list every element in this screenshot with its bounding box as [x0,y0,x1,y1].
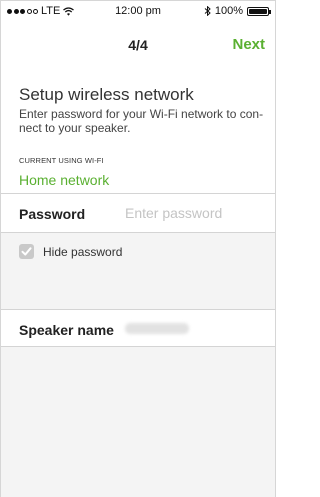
battery-fill [249,8,267,14]
battery-percent: 100% [214,5,243,17]
hide-password-label: Hide password [43,245,123,259]
speaker-name-label: Speaker name [19,322,114,338]
speaker-name-row[interactable]: Speaker name [1,310,275,346]
hide-password-checkbox[interactable] [19,244,34,259]
empty-area [1,347,275,497]
battery-icon [247,6,271,16]
page-title: Setup wireless network [19,85,194,104]
current-wifi-label: CURRENT USING WI-FI [19,156,104,165]
password-input[interactable] [125,202,265,224]
battery-group: 100% [204,5,271,17]
screen: LTE 12:00 pm 100% 4/4 Next Setup wireles… [0,0,276,497]
page-description: Enter password for your Wi-Fi network to… [19,107,264,135]
speaker-name-value-redacted [125,323,189,334]
navigation-bar: 4/4 Next [1,25,275,59]
bluetooth-icon [204,6,211,16]
checkmark-icon [21,247,32,256]
password-label: Password [19,206,86,222]
status-bar: LTE 12:00 pm 100% [1,1,275,21]
password-row: Password [1,194,275,232]
current-wifi-network: Home network [19,172,110,188]
next-button[interactable]: Next [232,36,265,53]
hide-password-section: Hide password [1,233,275,309]
